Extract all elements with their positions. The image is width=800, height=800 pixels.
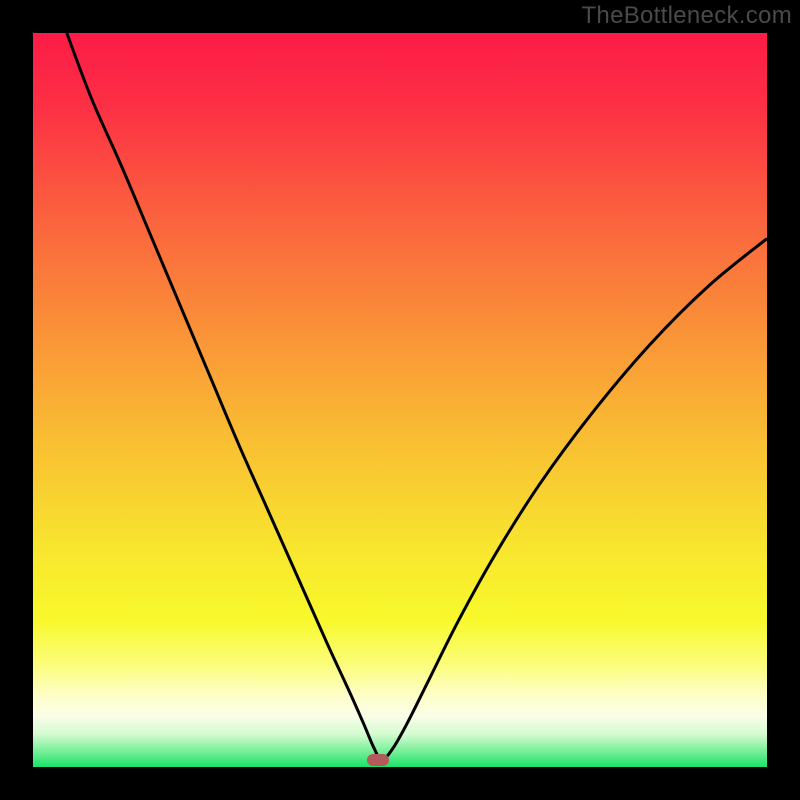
minimum-marker	[367, 754, 389, 766]
curve-layer	[33, 33, 767, 767]
plot-area	[33, 33, 767, 767]
watermark-text: TheBottleneck.com	[581, 2, 792, 30]
bottleneck-curve	[67, 33, 767, 760]
